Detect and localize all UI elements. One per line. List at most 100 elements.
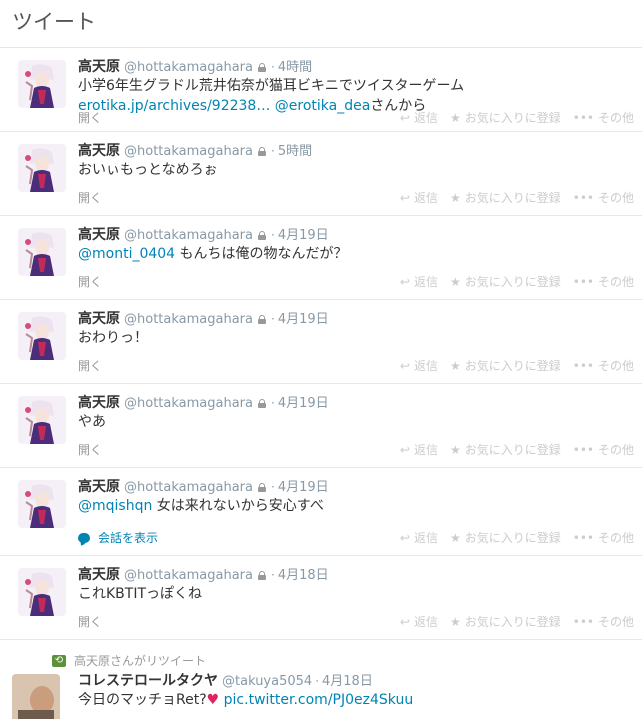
lock-icon — [257, 231, 266, 240]
more-icon: ••• — [572, 442, 594, 457]
star-icon: ★ — [449, 110, 461, 125]
more-icon: ••• — [572, 274, 594, 289]
mention-link[interactable]: @monti_0404 — [78, 246, 175, 262]
reply-button[interactable]: ↩ 返信 — [400, 529, 438, 546]
screen-name[interactable]: @hottakamagahara — [124, 60, 253, 75]
avatar[interactable] — [18, 312, 66, 360]
reply-icon: ↩ — [399, 358, 410, 373]
lock-icon — [257, 315, 266, 324]
screen-name[interactable]: @takuya5054 — [222, 674, 312, 689]
more-button[interactable]: ••• その他 — [573, 273, 634, 290]
lock-icon — [257, 483, 266, 492]
favorite-button[interactable]: ★ お気に入りに登録 — [450, 189, 561, 206]
screen-name[interactable]: @hottakamagahara — [124, 568, 253, 583]
retweet-item[interactable]: ⟲ 高天原さんがリツイート コレステロールタクヤ @takuya5054 · 4月18… — [0, 640, 642, 719]
more-icon: ••• — [572, 614, 594, 629]
more-icon: ••• — [572, 110, 594, 125]
avatar[interactable] — [18, 480, 66, 528]
tweet-text: 小学6年生グラドル荒井佑奈が猫耳ビキニでツイスターゲーム — [78, 78, 465, 94]
star-icon: ★ — [449, 442, 461, 457]
tweet-text: やあ — [78, 414, 106, 430]
tweet-time[interactable]: 4月19日 — [278, 228, 329, 243]
media-link[interactable]: pic.twitter.com/PJ0ez4Skuu — [224, 692, 414, 708]
tweet-item[interactable]: 高天原 @hottakamagahara · 4月19日 やあ 開く ↩ 返信 ★ お気に… — [0, 384, 642, 468]
reply-button[interactable]: ↩ 返信 — [400, 613, 438, 630]
star-icon: ★ — [449, 358, 461, 373]
expand-link[interactable]: 開く — [78, 613, 102, 630]
tweet-time[interactable]: 4月18日 — [322, 674, 373, 689]
display-name[interactable]: 高天原 — [78, 227, 120, 243]
more-button[interactable]: ••• その他 — [573, 189, 634, 206]
avatar[interactable] — [12, 674, 60, 719]
reply-button[interactable]: ↩ 返信 — [400, 357, 438, 374]
more-button[interactable]: ••• その他 — [573, 441, 634, 458]
page-title: ツイート — [12, 10, 96, 34]
tweet-time[interactable]: 4時間 — [278, 60, 312, 75]
more-button[interactable]: ••• その他 — [573, 529, 634, 546]
view-conversation-link[interactable]: 会話を表示 — [78, 529, 158, 546]
avatar[interactable] — [18, 228, 66, 276]
more-icon: ••• — [572, 190, 594, 205]
mention-link[interactable]: @mqishqn — [78, 498, 152, 514]
tweet-time[interactable]: 4月19日 — [278, 396, 329, 411]
star-icon: ★ — [449, 614, 461, 629]
favorite-button[interactable]: ★ お気に入りに登録 — [450, 357, 561, 374]
display-name[interactable]: 高天原 — [78, 395, 120, 411]
star-icon: ★ — [449, 190, 461, 205]
expand-link[interactable]: 開く — [78, 441, 102, 458]
more-button[interactable]: ••• その他 — [573, 357, 634, 374]
tweet-item[interactable]: 高天原 @hottakamagahara · 4月18日 これKBTITっぽくね 開く… — [0, 556, 642, 640]
tweet-text: これKBTITっぽくね — [78, 586, 203, 602]
expand-link[interactable]: 開く — [78, 109, 102, 126]
retweet-context: ⟲ 高天原さんがリツイート — [52, 652, 206, 669]
tweet-text: おいぃもっとなめろぉ — [78, 162, 218, 178]
reply-button[interactable]: ↩ 返信 — [400, 109, 438, 126]
reply-button[interactable]: ↩ 返信 — [400, 273, 438, 290]
expand-link[interactable]: 開く — [78, 357, 102, 374]
timeline-header: ツイート — [0, 0, 642, 48]
reply-button[interactable]: ↩ 返信 — [400, 189, 438, 206]
tweet-item[interactable]: 高天原 @hottakamagahara · 4時間 小学6年生グラドル荒井佑奈が猫耳… — [0, 48, 642, 132]
favorite-button[interactable]: ★ お気に入りに登録 — [450, 273, 561, 290]
tweet-item[interactable]: 高天原 @hottakamagahara · 4月19日 おわりっ！ 開く ↩ 返信 ★… — [0, 300, 642, 384]
display-name[interactable]: 高天原 — [78, 59, 120, 75]
display-name[interactable]: 高天原 — [78, 567, 120, 583]
tweet-item[interactable]: 高天原 @hottakamagahara · 5時間 おいぃもっとなめろぉ 開く ↩ 返… — [0, 132, 642, 216]
screen-name[interactable]: @hottakamagahara — [124, 312, 253, 327]
display-name[interactable]: 高天原 — [78, 479, 120, 495]
screen-name[interactable]: @hottakamagahara — [124, 480, 253, 495]
lock-icon — [257, 147, 266, 156]
heart-icon: ♥ — [206, 692, 220, 708]
star-icon: ★ — [449, 530, 461, 545]
display-name[interactable]: コレステロールタクヤ — [78, 673, 218, 689]
screen-name[interactable]: @hottakamagahara — [124, 228, 253, 243]
display-name[interactable]: 高天原 — [78, 143, 120, 159]
expand-link[interactable]: 開く — [78, 273, 102, 290]
tweet-time[interactable]: 5時間 — [278, 144, 312, 159]
avatar[interactable] — [18, 396, 66, 444]
favorite-button[interactable]: ★ お気に入りに登録 — [450, 441, 561, 458]
avatar[interactable] — [18, 60, 66, 108]
more-button[interactable]: ••• その他 — [573, 613, 634, 630]
tweet-time[interactable]: 4月19日 — [278, 480, 329, 495]
screen-name[interactable]: @hottakamagahara — [124, 144, 253, 159]
lock-icon — [257, 63, 266, 72]
more-button[interactable]: ••• その他 — [573, 109, 634, 126]
tweet-item[interactable]: 高天原 @hottakamagahara · 4月19日 @monti_0404 もん… — [0, 216, 642, 300]
retweet-icon: ⟲ — [52, 654, 66, 667]
avatar[interactable] — [18, 144, 66, 192]
reply-icon: ↩ — [399, 110, 410, 125]
expand-link[interactable]: 開く — [78, 189, 102, 206]
screen-name[interactable]: @hottakamagahara — [124, 396, 253, 411]
favorite-button[interactable]: ★ お気に入りに登録 — [450, 109, 561, 126]
favorite-button[interactable]: ★ お気に入りに登録 — [450, 529, 561, 546]
tweet-time[interactable]: 4月19日 — [278, 312, 329, 327]
tweet-time[interactable]: 4月18日 — [278, 568, 329, 583]
reply-button[interactable]: ↩ 返信 — [400, 441, 438, 458]
favorite-button[interactable]: ★ お気に入りに登録 — [450, 613, 561, 630]
tweet-item[interactable]: 高天原 @hottakamagahara · 4月19日 @mqishqn 女は来れな… — [0, 468, 642, 556]
display-name[interactable]: 高天原 — [78, 311, 120, 327]
conversation-icon — [78, 532, 90, 543]
avatar[interactable] — [18, 568, 66, 616]
tweet-text: もんちは俺の物なんだが？ — [175, 246, 348, 262]
